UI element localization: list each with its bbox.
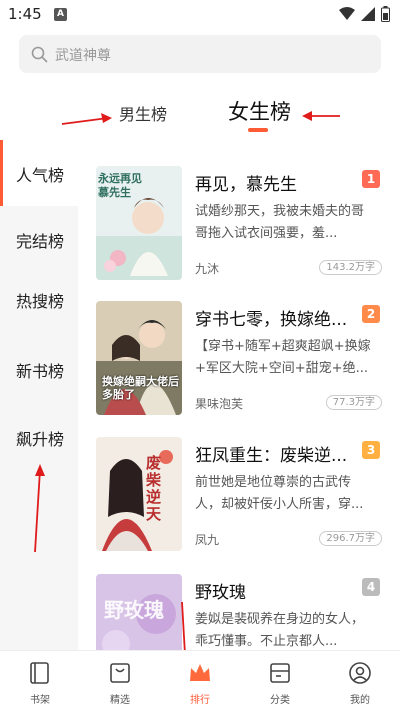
word-count-badge: 143.2万字: [319, 260, 382, 275]
cover-title: 永远再见慕先生: [98, 172, 142, 199]
crown-icon: [190, 664, 210, 681]
word-count-badge: 77.3万字: [325, 395, 382, 410]
bookshelf-icon: [30, 662, 49, 684]
book-cover[interactable]: 废柴逆天: [96, 437, 182, 551]
search-input[interactable]: 武道神尊: [19, 35, 381, 73]
book-author: 果味泡芙: [195, 397, 244, 411]
wifi-icon: [339, 7, 355, 20]
book-title: 野玫瑰: [195, 583, 246, 603]
nav-label: 分类: [270, 695, 290, 706]
sidebar-item-label: 完结榜: [16, 232, 65, 251]
book-description: 前世她是地位尊崇的古武传人，却被奸佞小人所害，穿...: [195, 475, 364, 512]
search-placeholder: 武道神尊: [55, 48, 111, 64]
status-time: 1:45: [8, 5, 42, 23]
nav-label: 排行: [190, 695, 210, 706]
battery-icon: [381, 6, 390, 22]
tab-female[interactable]: 女生榜: [228, 96, 291, 126]
sidebar-item-label: 热搜榜: [16, 292, 65, 311]
cover-title: 野玫瑰: [104, 598, 164, 622]
sidebar-item-hot-search[interactable]: 热搜榜: [0, 266, 78, 332]
status-bar: 1:45 A: [0, 0, 400, 30]
active-indicator: [0, 140, 3, 206]
cover-title: 换嫁绝嗣大佬后多胎了: [102, 375, 179, 401]
nav-ranking[interactable]: 排行: [160, 651, 240, 710]
word-count-badge: 296.7万字: [319, 531, 382, 546]
rank-badge: 4: [362, 578, 380, 596]
book-description: 【穿书+随军+超爽超飒+换嫁+军区大院+空间+甜宠+绝...: [195, 339, 371, 376]
nav-profile[interactable]: 我的: [320, 651, 400, 710]
rank-badge: 1: [362, 170, 380, 188]
book-item[interactable]: 换嫁绝嗣大佬后多胎了 穿书七零，换嫁绝... 2 【穿书+随军+超爽超飒+换嫁+…: [96, 301, 386, 416]
search-icon: [31, 46, 48, 63]
bottom-nav: 书架 精选 排行 分类 我的: [0, 650, 400, 710]
book-description: 姜姒是裴砚养在身边的女人，乖巧懂事。不止京都人...: [195, 612, 365, 649]
signal-icon: [361, 7, 375, 21]
book-item[interactable]: 废柴逆天 狂凤重生：废柴逆... 3 前世她是地位尊崇的古武传人，却被奸佞小人所…: [96, 437, 386, 552]
tab-male[interactable]: 男生榜: [119, 101, 167, 125]
rank-badge: 3: [362, 441, 380, 459]
book-title: 狂凤重生：废柴逆...: [195, 446, 348, 466]
book-title: 穿书七零，换嫁绝...: [195, 310, 348, 330]
sidebar-item-popular[interactable]: 人气榜: [0, 140, 78, 206]
sidebar-item-new-books[interactable]: 新书榜: [0, 336, 78, 402]
sidebar-item-label: 人气榜: [16, 166, 65, 185]
nav-featured[interactable]: 精选: [80, 651, 160, 710]
profile-icon: [349, 662, 371, 684]
sidebar-item-rising[interactable]: 飙升榜: [0, 404, 78, 470]
nav-label: 我的: [350, 695, 370, 706]
book-author: 九沐: [195, 262, 220, 276]
nav-category[interactable]: 分类: [240, 651, 320, 710]
category-sidebar: 人气榜 完结榜 热搜榜 新书榜 飙升榜: [0, 140, 78, 650]
sidebar-item-label: 新书榜: [16, 362, 65, 381]
sidebar-item-label: 飙升榜: [16, 430, 65, 449]
notification-icon: A: [54, 8, 67, 21]
rank-badge: 2: [362, 305, 380, 323]
sidebar-item-completed[interactable]: 完结榜: [0, 206, 78, 272]
book-description: 试婚纱那天，我被未婚夫的哥哥拖入试衣间强要，羞...: [195, 204, 365, 241]
book-item[interactable]: 野玫瑰 野玫瑰 4 姜姒是裴砚养在身边的女人，乖巧懂事。不止京都人...: [96, 574, 386, 650]
tab-indicator: [248, 128, 268, 132]
nav-label: 精选: [110, 695, 130, 706]
featured-icon: [110, 663, 130, 683]
book-cover[interactable]: 永远再见慕先生: [96, 166, 182, 280]
book-cover[interactable]: 换嫁绝嗣大佬后多胎了: [96, 301, 182, 415]
book-cover[interactable]: 野玫瑰: [96, 574, 182, 650]
category-icon: [270, 663, 290, 683]
nav-bookshelf[interactable]: 书架: [0, 651, 80, 710]
status-icons: [339, 6, 390, 22]
nav-label: 书架: [30, 695, 50, 706]
book-author: 凤九: [195, 533, 220, 547]
book-item[interactable]: 永远再见慕先生 再见，慕先生 1 试婚纱那天，我被未婚夫的哥哥拖入试衣间强要，羞…: [96, 166, 386, 281]
book-title: 再见，慕先生: [195, 175, 297, 195]
cover-title: 废柴逆天: [146, 454, 162, 523]
